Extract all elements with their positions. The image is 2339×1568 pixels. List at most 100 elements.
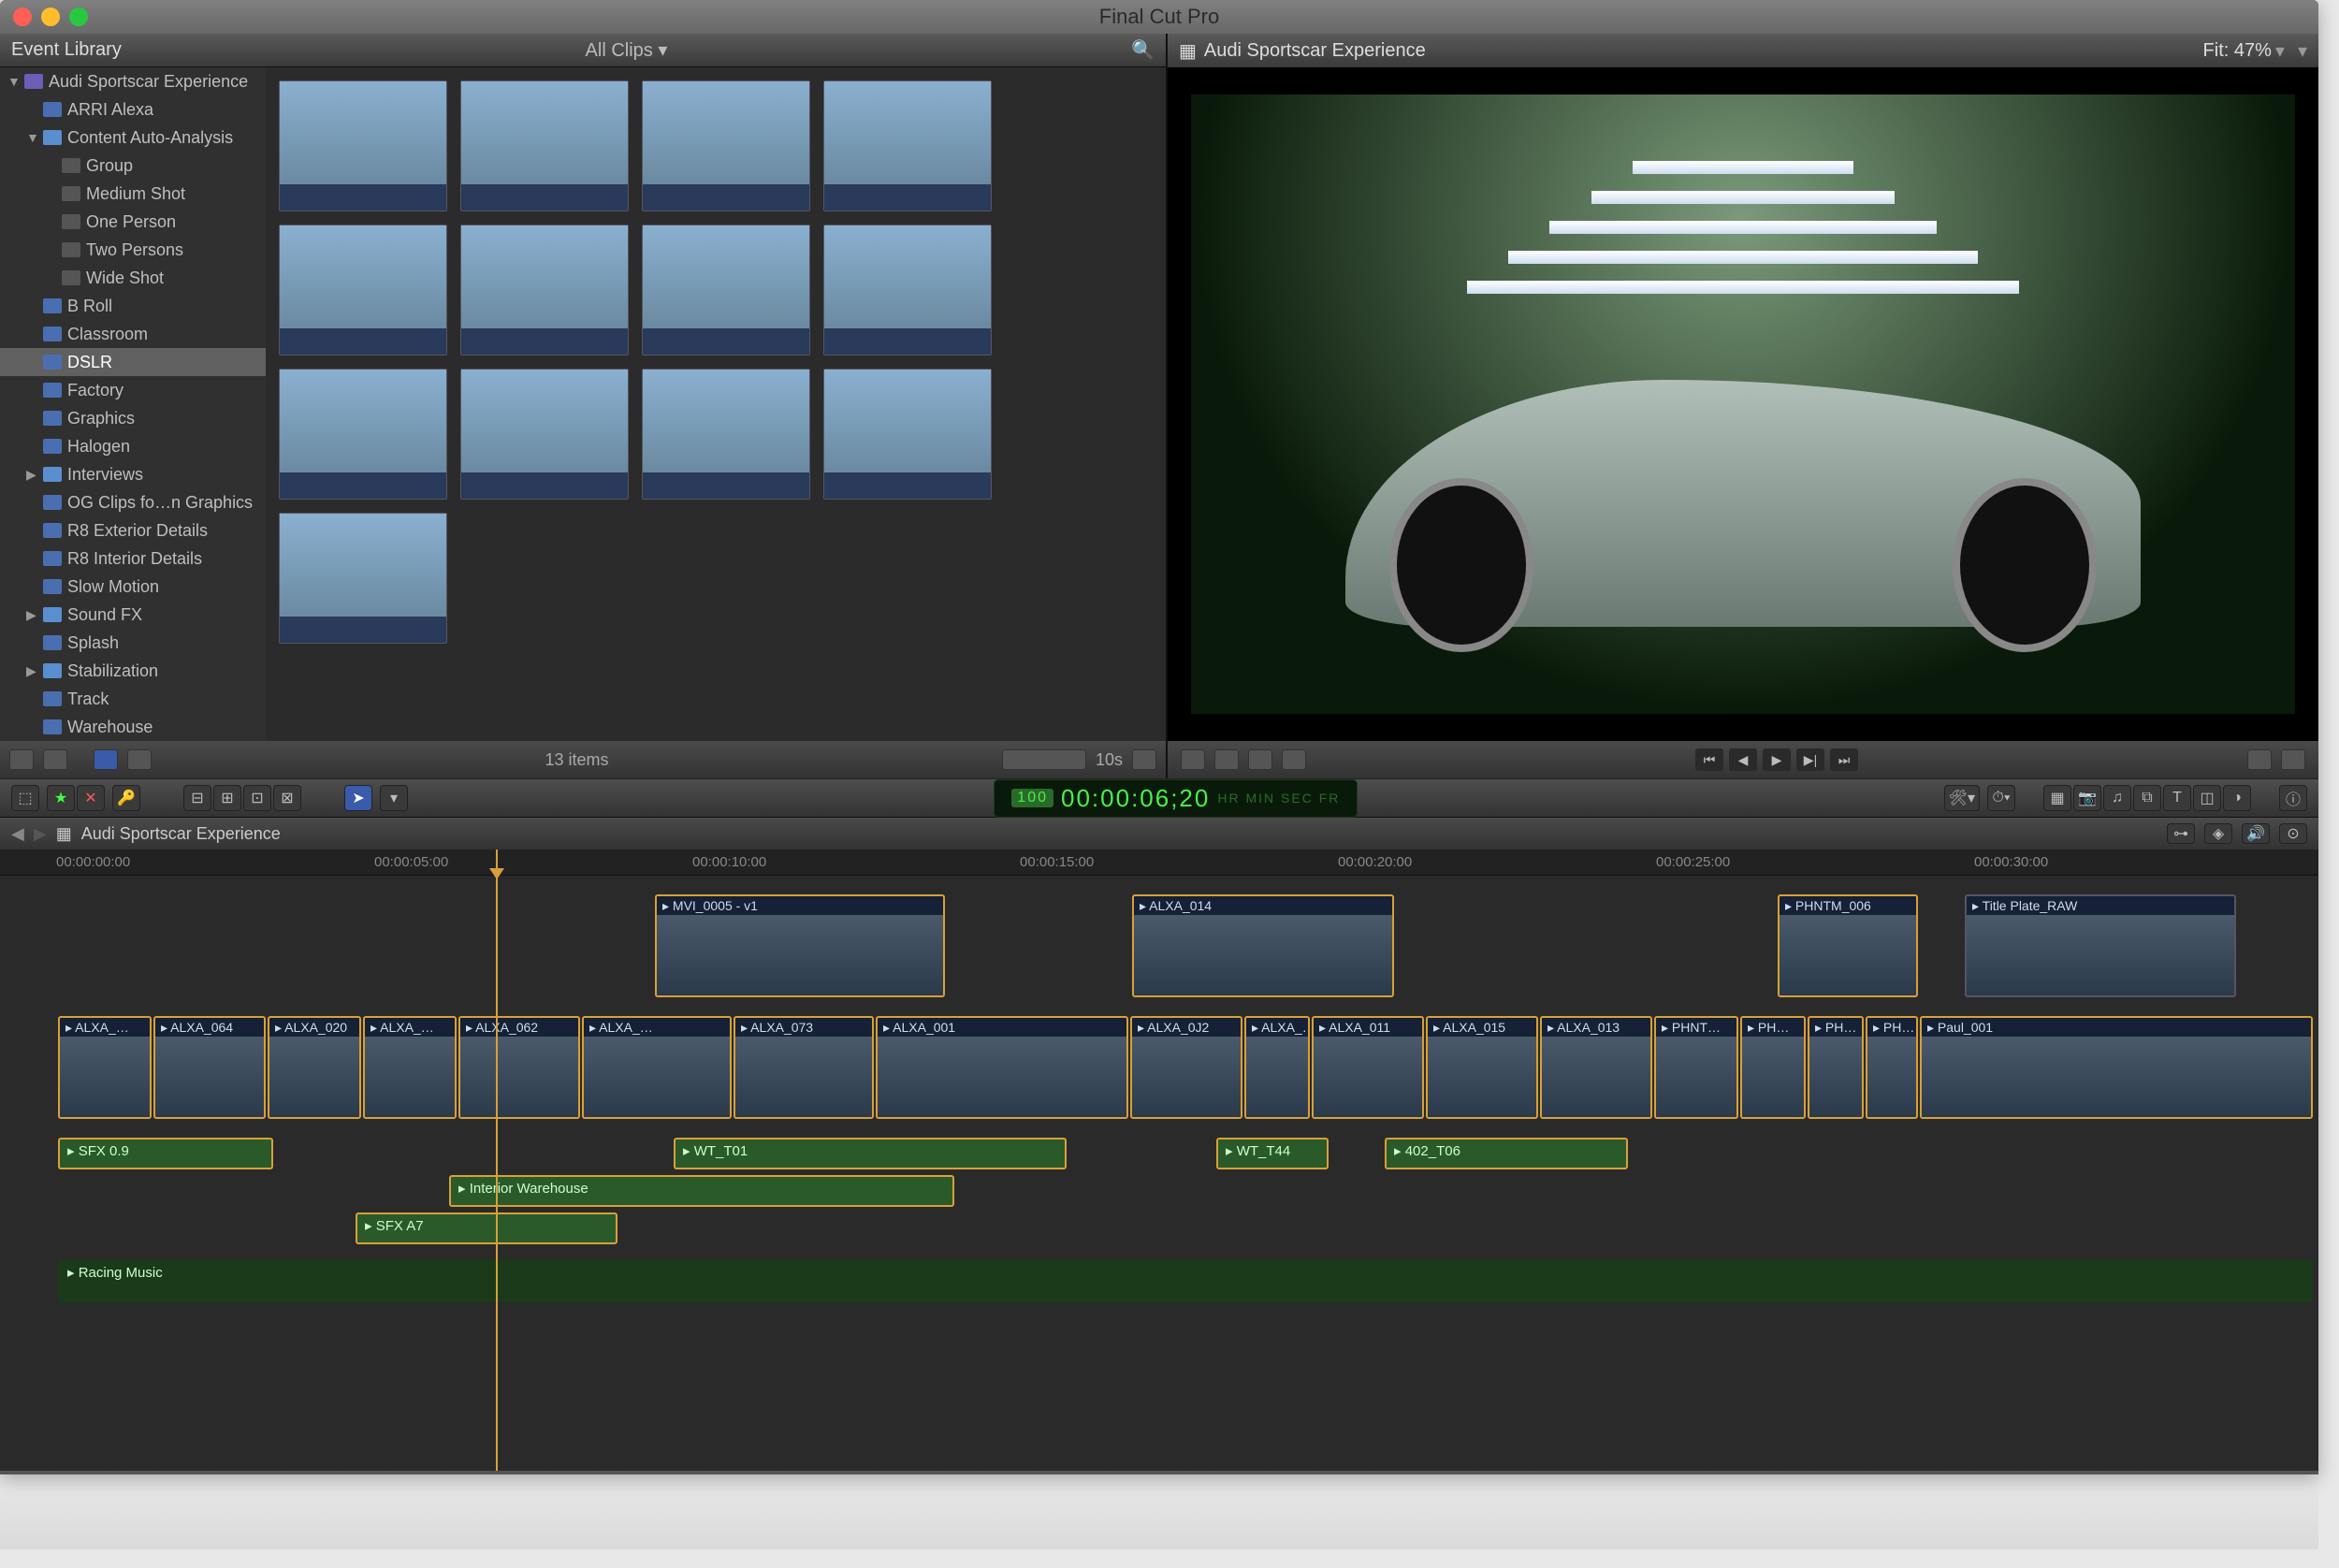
sidebar-item[interactable]: DSLR	[0, 348, 266, 376]
sidebar-item[interactable]: Halogen	[0, 432, 266, 460]
sidebar-item[interactable]: ▼Audi Sportscar Experience	[0, 67, 266, 95]
photos-browser-button[interactable]: 📷	[2073, 785, 2101, 811]
timeline-video-clip[interactable]: ▸ PHNTM_006	[1778, 894, 1918, 997]
timeline-video-clip[interactable]: ▸ Paul_001	[1920, 1016, 2313, 1119]
clip-thumbnail[interactable]	[642, 225, 810, 356]
clip-appearance-button[interactable]	[1132, 749, 1156, 770]
reject-button[interactable]: ✕	[77, 785, 105, 811]
append-clip-button[interactable]: ⊡	[243, 785, 271, 811]
timeline-video-clip[interactable]: ▸ PHNT…	[1654, 1016, 1738, 1119]
timeline-video-clip[interactable]: ▸ ALXA_014	[1132, 894, 1394, 997]
sidebar-item[interactable]: ▼Content Auto-Analysis	[0, 123, 266, 152]
snapping-button[interactable]: ⊶	[2167, 823, 2195, 844]
effects-browser-button[interactable]: ▦	[2043, 785, 2071, 811]
clip-thumbnail[interactable]	[279, 369, 447, 500]
clip-thumbnail[interactable]	[279, 513, 447, 644]
loop-button[interactable]	[2281, 749, 2305, 770]
minimize-icon[interactable]	[41, 7, 60, 26]
go-start-button[interactable]: ⏮	[1695, 748, 1723, 771]
playhead[interactable]	[496, 849, 498, 1471]
transform-button[interactable]	[1181, 749, 1205, 770]
timeline-video-clip[interactable]: ▸ ALXA_0J2	[1130, 1016, 1242, 1119]
timeline-video-clip[interactable]: ▸ ALXA_…	[58, 1016, 152, 1119]
sidebar-item[interactable]: Classroom	[0, 320, 266, 348]
settings-icon[interactable]: ▾	[2298, 39, 2307, 63]
keyword-button[interactable]: 🔑	[112, 785, 140, 811]
timeline-video-clip[interactable]: ▸ ALXA_…	[582, 1016, 732, 1119]
library-filter-dropdown[interactable]: All Clips ▾	[122, 38, 1131, 62]
gear-icon[interactable]	[43, 749, 67, 770]
library-sidebar[interactable]: ▼Audi Sportscar ExperienceARRI Alexa▼Con…	[0, 67, 266, 741]
timeline-video-clip[interactable]: ▸ ALXA_013	[1540, 1016, 1652, 1119]
skimming-button[interactable]: ◈	[2204, 823, 2232, 844]
sidebar-item[interactable]: Medium Shot	[0, 180, 266, 208]
clip-thumbnail[interactable]	[823, 225, 992, 356]
timeline-audio-clip[interactable]: ▸ Racing Music	[58, 1259, 2313, 1302]
audio-skim-button[interactable]: 🔊	[2242, 823, 2270, 844]
retime-menu-button[interactable]: ⏱▾	[1987, 785, 2015, 811]
clip-browser[interactable]	[266, 67, 1166, 741]
timeline-video-clip[interactable]: ▸ ALXA_062	[458, 1016, 580, 1119]
generators-browser-button[interactable]: ◫	[2193, 785, 2221, 811]
select-tool-button[interactable]: ➤	[344, 785, 372, 811]
nav-fwd-button[interactable]: ▶	[34, 824, 47, 844]
clip-thumbnail[interactable]	[642, 369, 810, 500]
timeline-video-clip[interactable]: ▸ ALXA_…	[363, 1016, 457, 1119]
timeline-audio-clip[interactable]: ▸ Interior Warehouse	[449, 1175, 954, 1207]
retime-button[interactable]	[1282, 749, 1306, 770]
sidebar-item[interactable]: One Person	[0, 208, 266, 236]
timeline-video-clip[interactable]: ▸ PH…	[1740, 1016, 1806, 1119]
timeline[interactable]: 00:00:00:0000:00:05:0000:00:10:0000:00:1…	[0, 849, 2318, 1471]
timeline-audio-clip[interactable]: ▸ SFX 0.9	[58, 1138, 273, 1169]
timeline-video-clip[interactable]: ▸ MVI_0005 - v1	[655, 894, 945, 997]
sidebar-item[interactable]: Splash	[0, 629, 266, 657]
timeline-video-clip[interactable]: ▸ ALXA_015	[1426, 1016, 1538, 1119]
clip-thumbnail[interactable]	[460, 80, 629, 211]
sidebar-item[interactable]: Group	[0, 152, 266, 180]
transitions-browser-button[interactable]: ⧉	[2133, 785, 2161, 811]
titles-browser-button[interactable]: T	[2163, 785, 2191, 811]
crop-button[interactable]	[1214, 749, 1239, 770]
clip-thumbnail[interactable]	[823, 369, 992, 500]
go-end-button[interactable]: ⏭	[1830, 748, 1858, 771]
sidebar-item[interactable]: Factory	[0, 376, 266, 404]
timeline-video-clip[interactable]: ▸ ALXA_001	[876, 1016, 1128, 1119]
timeline-video-clip[interactable]: ▸ Title Plate_RAW	[1965, 894, 2236, 997]
clip-thumbnail[interactable]	[823, 80, 992, 211]
inspector-button[interactable]: ⓘ	[2279, 785, 2307, 811]
sidebar-item[interactable]: Graphics	[0, 404, 266, 432]
clip-thumbnail[interactable]	[279, 80, 447, 211]
music-browser-button[interactable]: ♫	[2103, 785, 2131, 811]
sidebar-item[interactable]: ▶Interviews	[0, 460, 266, 488]
fit-value-dropdown[interactable]: 47%	[2234, 40, 2272, 62]
clip-thumbnail[interactable]	[460, 225, 629, 356]
sidebar-item[interactable]: ▶Stabilization	[0, 657, 266, 685]
fullscreen-button[interactable]	[2247, 749, 2272, 770]
timeline-video-clip[interactable]: ▸ PH…	[1866, 1016, 1918, 1119]
sidebar-item[interactable]: Wide Shot	[0, 264, 266, 292]
tools-menu-button[interactable]: 🛠▾	[1944, 785, 1980, 811]
sidebar-item[interactable]: R8 Exterior Details	[0, 516, 266, 544]
timeline-audio-clip[interactable]: ▸ WT_T01	[674, 1138, 1067, 1169]
clip-thumbnail[interactable]	[279, 225, 447, 356]
step-fwd-button[interactable]: ▶|	[1796, 748, 1824, 771]
fav-button[interactable]: ★	[47, 785, 75, 811]
tool-dropdown[interactable]: ▾	[380, 785, 408, 811]
viewer-canvas[interactable]	[1168, 67, 2318, 741]
sidebar-item[interactable]: R8 Interior Details	[0, 544, 266, 573]
sidebar-item[interactable]: Two Persons	[0, 236, 266, 264]
filmstrip-view-button[interactable]	[94, 749, 118, 770]
timeline-audio-clip[interactable]: ▸ WT_T44	[1216, 1138, 1329, 1169]
import-button[interactable]	[9, 749, 34, 770]
play-button[interactable]: ▶	[1763, 748, 1791, 771]
magnet-button[interactable]: ⬚	[11, 785, 39, 811]
timecode-display[interactable]: 100 00:00:06;20 HR MIN SEC FR	[994, 779, 1358, 818]
timeline-video-clip[interactable]: ▸ ALXA_…	[1244, 1016, 1310, 1119]
timeline-ruler[interactable]: 00:00:00:0000:00:05:0000:00:10:0000:00:1…	[0, 849, 2318, 876]
solo-button[interactable]: ⊙	[2279, 823, 2307, 844]
enhance-button[interactable]	[1248, 749, 1272, 770]
timeline-video-clip[interactable]: ▸ PH…	[1808, 1016, 1864, 1119]
clip-thumbnail[interactable]	[642, 80, 810, 211]
close-icon[interactable]	[13, 7, 32, 26]
search-icon[interactable]: 🔍	[1131, 38, 1155, 62]
